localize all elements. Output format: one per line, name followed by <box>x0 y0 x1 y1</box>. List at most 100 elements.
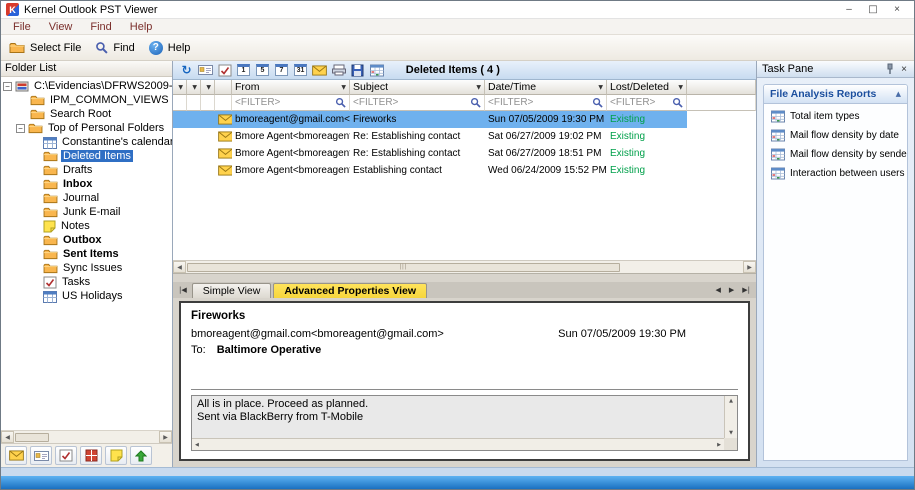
cell-status: Existing <box>607 128 687 145</box>
scroll-left-icon[interactable]: ◀ <box>173 261 186 273</box>
filter-input-subject[interactable]: <FILTER> <box>350 95 485 111</box>
find-icon <box>95 41 108 54</box>
folder-item-inbox[interactable]: Inbox <box>1 177 172 191</box>
contact-card-icon[interactable] <box>197 62 214 78</box>
tab-scroll-next-icon[interactable]: ▶ <box>726 286 737 294</box>
column-header-lost-deleted[interactable]: Lost/Deleted▼ <box>607 80 687 95</box>
scroll-right-icon[interactable]: ▶ <box>159 431 172 443</box>
close-button[interactable]: × <box>885 2 909 18</box>
menu-view[interactable]: View <box>40 21 82 33</box>
collapse-icon[interactable]: − <box>3 82 12 91</box>
cell-status: Existing <box>607 162 687 179</box>
scroll-track[interactable]: ||| <box>186 261 743 273</box>
column-header-item-type[interactable] <box>215 80 232 95</box>
folder-item-sent-items[interactable]: Sent Items <box>1 247 172 261</box>
tab-advanced-properties-view[interactable]: Advanced Properties View <box>273 283 427 298</box>
report-icon[interactable] <box>368 62 385 78</box>
dropdown-icon: ▼ <box>206 84 211 91</box>
folder-item-constantines-calendar[interactable]: Constantine's calendar <box>1 135 172 149</box>
folder-item-drafts[interactable]: Drafts <box>1 163 172 177</box>
collapse-icon[interactable]: − <box>16 124 25 133</box>
minimize-button[interactable]: – <box>837 2 861 18</box>
maximize-button[interactable]: □ <box>861 2 885 18</box>
filter-input-datetime[interactable]: <FILTER> <box>485 95 607 111</box>
mail-view-button[interactable] <box>5 446 27 465</box>
column-header-attachment[interactable]: ▼ <box>201 80 215 95</box>
scroll-right-icon: ▶ <box>717 442 721 448</box>
scroll-thumb[interactable] <box>15 433 49 442</box>
status-bar <box>1 476 914 489</box>
tab-simple-view[interactable]: Simple View <box>192 283 272 298</box>
contacts-view-button[interactable] <box>30 446 52 465</box>
calendar-view-button[interactable] <box>80 446 102 465</box>
filter-input-from[interactable]: <FILTER> <box>232 95 350 111</box>
calendar-week-view-icon[interactable]: 7 <box>273 62 290 78</box>
tab-scroll-last-icon[interactable]: ▶| <box>739 286 753 294</box>
folder-item-journal[interactable]: Journal <box>1 191 172 205</box>
calendar-day-view-icon[interactable]: 1 <box>235 62 252 78</box>
menu-file[interactable]: File <box>4 21 40 33</box>
report-mail-flow-density-by-senders[interactable]: Mail flow density by senders <box>764 142 907 161</box>
task-pane-close-icon[interactable]: × <box>899 64 909 75</box>
message-list-hscrollbar[interactable]: ◀ ||| ▶ <box>173 260 756 273</box>
folder-item-search-root[interactable]: Search Root <box>1 107 172 121</box>
report-interaction-between-users[interactable]: Interaction between users <box>764 161 907 180</box>
tab-scroll-prev-icon[interactable]: ◀ <box>712 286 723 294</box>
folder-item-top-of-personal-folders[interactable]: − Top of Personal Folders <box>1 121 172 135</box>
task-check-icon[interactable] <box>216 62 233 78</box>
scroll-thumb[interactable]: ||| <box>187 263 620 272</box>
message-row[interactable]: bmoreagent@gmail.com<bm... Fireworks Sun… <box>173 111 756 128</box>
tab-scroll-first-icon[interactable]: |◀ <box>176 286 190 294</box>
folder-item-ipm-common-views[interactable]: IPM_COMMON_VIEWS <box>1 93 172 107</box>
help-button[interactable]: ? Help <box>149 41 191 55</box>
message-row[interactable]: Bmore Agent<bmoreagent@... Re: Establish… <box>173 145 756 162</box>
folder-item-outbox[interactable]: Outbox <box>1 233 172 247</box>
filter-input-lost-deleted[interactable]: <FILTER> <box>607 95 687 111</box>
message-row[interactable]: Bmore Agent<bmoreagent@... Re: Establish… <box>173 128 756 145</box>
column-header-datetime[interactable]: Date/Time▼ <box>485 80 607 95</box>
find-button[interactable]: Find <box>95 41 134 54</box>
folder-item-root[interactable]: − C:\Evidencias\DFRWS2009-Outloo <box>1 79 172 93</box>
mail-icon[interactable] <box>311 62 328 78</box>
scroll-track[interactable] <box>14 431 159 443</box>
scroll-right-icon[interactable]: ▶ <box>743 261 756 273</box>
save-icon[interactable] <box>349 62 366 78</box>
report-mail-flow-density-by-date[interactable]: Mail flow density by date <box>764 123 907 142</box>
calendar-month-view-icon[interactable]: 31 <box>292 62 309 78</box>
report-total-item-types[interactable]: Total item types <box>764 104 907 123</box>
folder-item-sync-issues[interactable]: Sync Issues <box>1 261 172 275</box>
body-hscrollbar[interactable]: ◀▶ <box>192 438 724 450</box>
upgrade-button[interactable] <box>130 446 152 465</box>
folder-tree-hscrollbar[interactable]: ◀ ▶ <box>1 430 172 443</box>
column-header-from[interactable]: From▼ <box>232 80 350 95</box>
folder-item-tasks[interactable]: Tasks <box>1 275 172 289</box>
preview-pane: Fireworks bmoreagent@gmail.com<bmoreagen… <box>173 298 756 467</box>
calendar-5day-view-icon[interactable]: 5 <box>254 62 271 78</box>
splitter[interactable] <box>173 273 756 282</box>
tasks-view-button[interactable] <box>55 446 77 465</box>
menu-find[interactable]: Find <box>81 21 120 33</box>
folder-item-deleted-items[interactable]: Deleted Items <box>1 149 172 163</box>
column-header-importance[interactable]: ▼ <box>173 80 187 95</box>
filter-cell-empty <box>173 95 187 111</box>
file-analysis-reports-header[interactable]: File Analysis Reports ▲ <box>764 85 907 104</box>
print-icon[interactable] <box>330 62 347 78</box>
select-file-button[interactable]: Select File <box>9 41 81 54</box>
window-title: Kernel Outlook PST Viewer <box>24 4 158 16</box>
folder-item-junk-email[interactable]: Junk E-mail <box>1 205 172 219</box>
pin-icon[interactable] <box>885 63 895 75</box>
folder-item-notes[interactable]: Notes <box>1 219 172 233</box>
notes-view-button[interactable] <box>105 446 127 465</box>
column-header-subject[interactable]: Subject▼ <box>350 80 485 95</box>
menu-help[interactable]: Help <box>121 21 162 33</box>
green-up-arrow-icon <box>135 450 147 462</box>
message-row[interactable]: Bmore Agent<bmoreagent@... Establishing … <box>173 162 756 179</box>
column-header-flag[interactable]: ▼ <box>187 80 201 95</box>
scroll-left-icon[interactable]: ◀ <box>1 431 14 443</box>
cell-from: bmoreagent@gmail.com<bm... <box>232 111 350 128</box>
folder-item-us-holidays[interactable]: US Holidays <box>1 289 172 303</box>
refresh-icon[interactable]: ↻ <box>178 62 195 78</box>
app-logo-icon: K <box>6 3 19 16</box>
body-vscrollbar[interactable]: ▲▼ <box>724 396 737 438</box>
folder-icon <box>30 108 45 120</box>
